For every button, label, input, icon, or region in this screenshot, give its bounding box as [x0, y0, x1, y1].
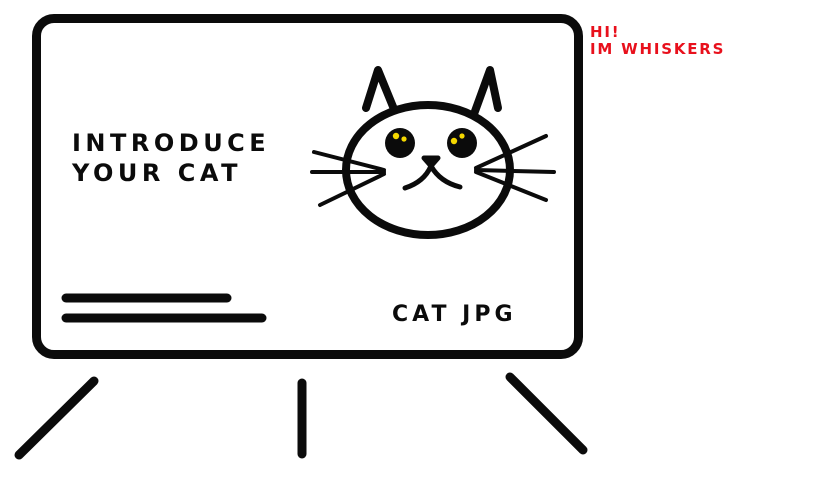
- cat-left-eye-highlight-1: [392, 132, 400, 140]
- cat-face-icon: [310, 66, 556, 239]
- easel-leg-icon: [14, 372, 588, 460]
- card-artwork: [14, 66, 588, 460]
- cat-intro-illustration: INTRODUCE YOUR CAT CAT JPG HI! IM WHISKE…: [0, 0, 840, 494]
- placeholder-lines: [61, 293, 267, 323]
- cat-left-eye: [385, 128, 415, 158]
- cat-left-eye-highlight-2: [401, 136, 407, 142]
- cat-right-ear: [470, 66, 502, 118]
- cat-right-eye: [447, 128, 477, 158]
- stand-leg-right: [505, 372, 588, 455]
- cat-right-eye-highlight-2: [459, 133, 465, 139]
- cat-right-eye-highlight-1: [450, 137, 458, 145]
- stand-leg-left: [14, 376, 99, 460]
